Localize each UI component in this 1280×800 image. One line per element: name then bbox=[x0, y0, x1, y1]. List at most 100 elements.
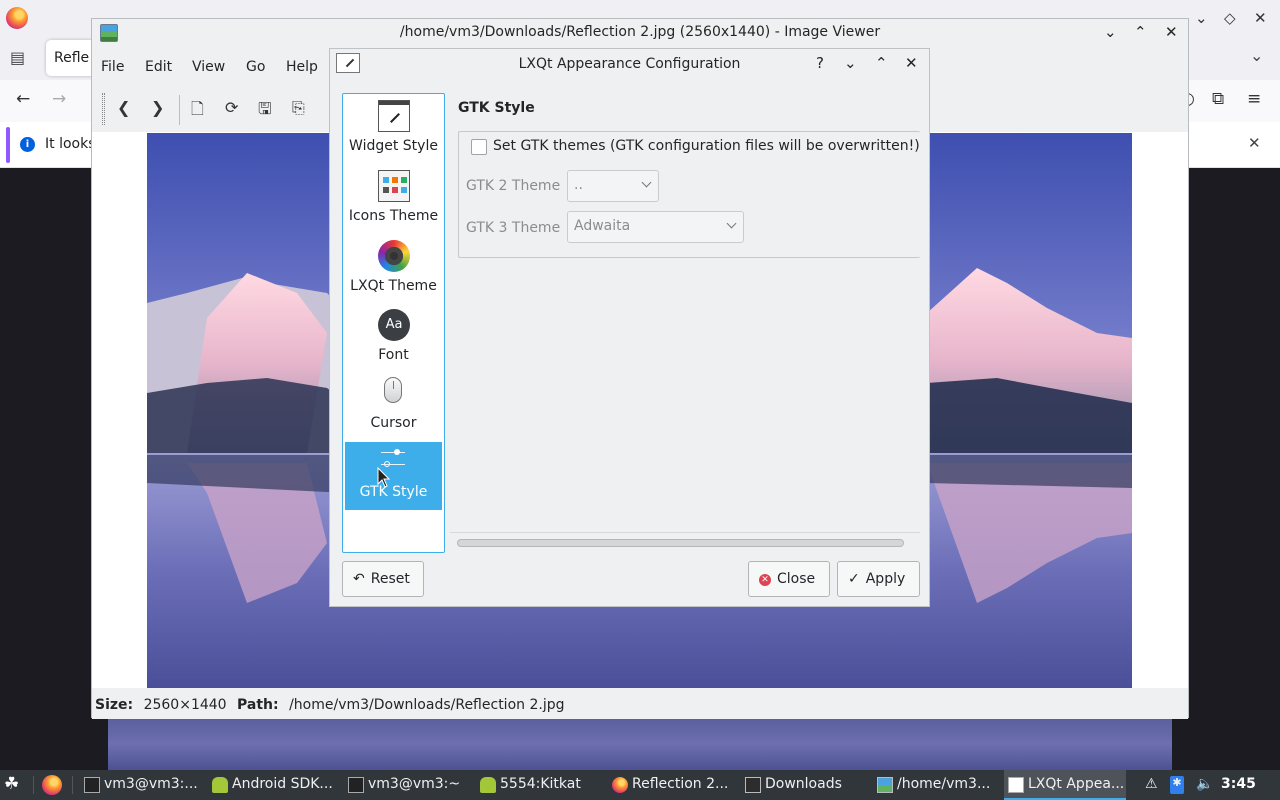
category-label: GTK Style bbox=[359, 484, 428, 500]
gtk2-theme-value: .. bbox=[574, 177, 583, 193]
taskbar-separator bbox=[72, 776, 73, 794]
toolbar-separator bbox=[179, 95, 180, 125]
apply-label: Apply bbox=[865, 571, 906, 587]
dialog-minimize-icon[interactable]: ⌄ bbox=[844, 54, 857, 72]
horizontal-scrollbar[interactable] bbox=[457, 539, 904, 547]
reload-icon[interactable]: ⟳ bbox=[225, 98, 238, 117]
gtk3-theme-label: GTK 3 Theme bbox=[466, 220, 561, 236]
lxqt-config-icon bbox=[1008, 777, 1024, 793]
category-lxqt-theme[interactable]: LXQt Theme bbox=[345, 236, 442, 304]
font-icon: Aa bbox=[378, 309, 410, 341]
path-value: /home/vm3/Downloads/Reflection 2.jpg bbox=[289, 697, 565, 713]
background-image-strip bbox=[108, 718, 1172, 770]
gtk2-theme-select[interactable]: .. bbox=[567, 170, 659, 202]
copy-icon[interactable]: ⎘ bbox=[292, 98, 305, 118]
menu-edit[interactable]: Edit bbox=[145, 59, 172, 75]
task-firefox[interactable]: Reflection 2... bbox=[608, 770, 738, 800]
terminal-icon bbox=[84, 777, 100, 793]
maximize-icon[interactable]: ⌃ bbox=[1134, 23, 1147, 41]
open-file-icon[interactable]: 🗋 bbox=[191, 98, 204, 125]
image-viewer-icon bbox=[877, 777, 893, 793]
help-icon[interactable]: ? bbox=[816, 54, 824, 72]
category-font[interactable]: Aa Font bbox=[345, 305, 442, 373]
gtk2-theme-label: GTK 2 Theme bbox=[466, 178, 561, 194]
task-terminal-1[interactable]: vm3@vm3:... bbox=[80, 770, 206, 800]
task-terminal-2[interactable]: vm3@vm3:~ bbox=[344, 770, 470, 800]
back-icon[interactable]: ← bbox=[16, 89, 30, 109]
folder-icon bbox=[745, 777, 761, 793]
forward-icon[interactable]: → bbox=[52, 89, 66, 109]
task-image-viewer[interactable]: /home/vm3... bbox=[873, 770, 999, 800]
close-label: Close bbox=[777, 571, 816, 587]
dialog-title: LXQt Appearance Configuration bbox=[518, 56, 741, 72]
panel-title: GTK Style bbox=[458, 100, 535, 116]
save-icon[interactable]: 🖫 bbox=[258, 98, 272, 125]
task-lxqt-appearance[interactable]: LXQt Appea... bbox=[1004, 770, 1126, 800]
checkmark-icon: ✓ bbox=[848, 571, 860, 587]
menu-file[interactable]: File bbox=[101, 59, 124, 75]
reset-button[interactable]: ↶ Reset bbox=[342, 561, 424, 597]
clock[interactable]: 3:45 bbox=[1221, 776, 1256, 792]
category-label: Cursor bbox=[370, 415, 417, 431]
task-android-sdk[interactable]: Android SDK... bbox=[208, 770, 338, 800]
size-label: Size: bbox=[95, 697, 134, 713]
close-circle-icon: ✕ bbox=[759, 574, 771, 586]
category-label: LXQt Theme bbox=[350, 278, 437, 294]
next-icon[interactable]: ❯ bbox=[151, 98, 164, 117]
notification-close-icon[interactable]: ✕ bbox=[1248, 134, 1261, 152]
apply-button[interactable]: ✓ Apply bbox=[837, 561, 920, 597]
gtk-settings-group: Set GTK themes (GTK configuration files … bbox=[458, 131, 920, 258]
set-gtk-themes-label[interactable]: Set GTK themes (GTK configuration files … bbox=[493, 138, 920, 154]
task-downloads[interactable]: Downloads bbox=[741, 770, 867, 800]
volume-icon[interactable]: 🔈 bbox=[1196, 776, 1213, 792]
close-button[interactable]: ✕ Close bbox=[748, 561, 830, 597]
task-label: Android SDK... bbox=[232, 776, 333, 792]
menu-view[interactable]: View bbox=[192, 59, 225, 75]
task-label: LXQt Appea... bbox=[1028, 776, 1125, 792]
notification-tray-icon[interactable]: ⚠ bbox=[1145, 776, 1158, 792]
firefox-close-icon[interactable]: ✕ bbox=[1254, 9, 1267, 27]
dialog-maximize-icon[interactable]: ⌃ bbox=[875, 54, 888, 72]
android-sdk-icon bbox=[212, 777, 228, 793]
firefox-minimize-icon[interactable]: ⌄ bbox=[1195, 9, 1208, 27]
panel-divider bbox=[450, 532, 920, 533]
toolbar-handle[interactable] bbox=[102, 93, 105, 125]
gtk3-theme-select[interactable]: Adwaita bbox=[567, 211, 744, 243]
category-icons-theme[interactable]: Icons Theme bbox=[345, 166, 442, 234]
category-label: Icons Theme bbox=[348, 208, 439, 224]
firefox-icon bbox=[612, 777, 628, 793]
path-label: Path: bbox=[237, 697, 279, 713]
minimize-icon[interactable]: ⌄ bbox=[1104, 23, 1117, 41]
set-gtk-themes-checkbox[interactable] bbox=[471, 139, 487, 155]
image-viewer-title: /home/vm3/Downloads/Reflection 2.jpg (25… bbox=[399, 24, 881, 40]
task-label: Reflection 2... bbox=[632, 776, 729, 792]
firefox-maximize-icon[interactable]: ◇ bbox=[1224, 9, 1236, 27]
quicklaunch-firefox-icon[interactable] bbox=[42, 775, 62, 795]
category-label: Font bbox=[378, 347, 409, 363]
reset-label: Reset bbox=[370, 571, 410, 587]
extensions-icon[interactable]: ⧉ bbox=[1212, 89, 1224, 109]
chevron-down-icon bbox=[726, 218, 737, 229]
task-label: vm3@vm3:~ bbox=[368, 776, 461, 792]
start-menu-icon[interactable]: ☘ bbox=[4, 774, 19, 794]
menu-icon[interactable]: ≡ bbox=[1247, 89, 1261, 109]
previous-icon[interactable]: ❮ bbox=[117, 98, 130, 117]
bluetooth-icon[interactable]: ✱ bbox=[1170, 776, 1184, 794]
category-widget-style[interactable]: Widget Style bbox=[345, 96, 442, 164]
menu-help[interactable]: Help bbox=[286, 59, 318, 75]
firefox-view-icon[interactable]: ▤ bbox=[10, 48, 25, 67]
lxqt-theme-icon bbox=[378, 240, 410, 272]
close-window-icon[interactable]: ✕ bbox=[1165, 23, 1178, 41]
task-android-emulator[interactable]: 5554:Kitkat bbox=[476, 770, 602, 800]
notification-accent bbox=[6, 127, 10, 163]
category-cursor[interactable]: Cursor bbox=[345, 373, 442, 441]
taskbar-separator bbox=[33, 776, 34, 794]
task-label: 5554:Kitkat bbox=[500, 776, 581, 792]
task-label: vm3@vm3:... bbox=[104, 776, 198, 792]
cursor-icon bbox=[384, 377, 402, 403]
terminal-icon bbox=[348, 777, 364, 793]
menu-go[interactable]: Go bbox=[246, 59, 265, 75]
dialog-close-icon[interactable]: ✕ bbox=[905, 54, 918, 72]
category-gtk-style[interactable]: GTK Style bbox=[345, 442, 442, 510]
list-all-tabs-icon[interactable]: ⌄ bbox=[1250, 46, 1263, 65]
